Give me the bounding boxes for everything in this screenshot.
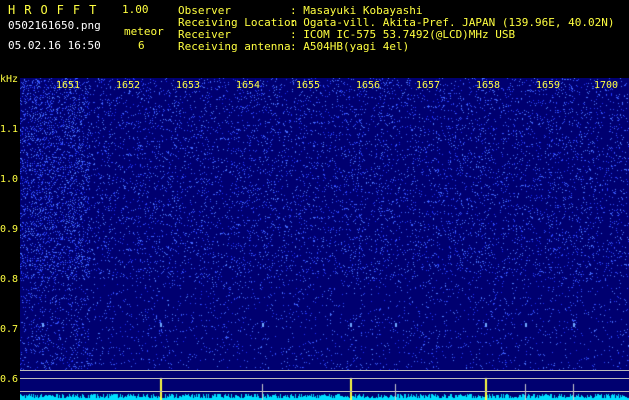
capture-datetime: 05.02.16 16:50: [8, 39, 101, 52]
y-tick-0.9: 0.9: [0, 224, 19, 235]
x-tick-1651: 1651: [56, 80, 81, 91]
x-tick-1652: 1652: [116, 80, 141, 91]
app-version: 1.00: [122, 3, 149, 16]
spectrogram-canvas: [20, 78, 629, 400]
baseline-middle-line: [20, 378, 629, 379]
x-tick-1659: 1659: [536, 80, 561, 91]
y-tick-0.8: 0.8: [0, 274, 19, 285]
baseline-upper-line: [20, 370, 629, 371]
y-tick-1.1: 1.1: [0, 124, 19, 135]
x-tick-1654: 1654: [236, 80, 261, 91]
x-tick-1656: 1656: [356, 80, 381, 91]
header-panel: HROFFT 1.00 0502161650.png meteor 05.02.…: [0, 0, 629, 76]
x-tick-1658: 1658: [476, 80, 501, 91]
meteor-count: 6: [138, 39, 145, 52]
info-label-antenna: Receiving antenna: [178, 40, 291, 53]
y-tick-0.6: 0.6: [0, 374, 19, 385]
x-tick-1655: 1655: [296, 80, 321, 91]
y-tick-0.7: 0.7: [0, 324, 19, 335]
baseline-lower-line: [20, 391, 629, 392]
x-tick-1657: 1657: [416, 80, 441, 91]
x-tick-1653: 1653: [176, 80, 201, 91]
y-tick-1.0: 1.0: [0, 174, 19, 185]
x-tick-1700: 1700: [594, 80, 619, 91]
info-value-antenna: : A504HB(yagi 4el): [290, 40, 410, 53]
app-logo: HROFFT: [8, 3, 106, 17]
y-axis-unit: kHz: [0, 74, 19, 85]
file-name: 0502161650.png: [8, 19, 101, 32]
meteor-label: meteor: [124, 25, 164, 38]
